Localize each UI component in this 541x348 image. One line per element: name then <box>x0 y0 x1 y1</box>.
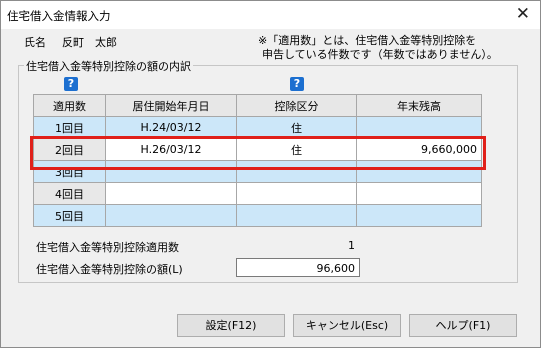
person-name: 反町 太郎 <box>62 36 117 49</box>
title-bar: 住宅借入金情報入力 ✕ <box>1 1 540 29</box>
help-icon-type[interactable]: ? <box>290 77 304 91</box>
help-icon-count[interactable]: ? <box>64 77 78 91</box>
group-legend: 住宅借入金等特別控除の額の内訳 <box>24 58 193 74</box>
close-icon[interactable]: ✕ <box>516 4 530 24</box>
start-date-cell[interactable] <box>105 204 237 227</box>
header-year-end-balance: 年末残高 <box>356 94 482 117</box>
name-label: 氏名 <box>24 36 46 49</box>
start-date-cell[interactable] <box>105 182 237 205</box>
balance-cell[interactable] <box>356 182 482 205</box>
cancel-button[interactable]: キャンセル(Esc) <box>293 314 401 337</box>
deduction-type-cell[interactable] <box>236 182 357 205</box>
header-start-date: 居住開始年月日 <box>105 94 237 117</box>
deduction-count-label: 住宅借入金等特別控除適用数 <box>36 241 179 254</box>
help-button[interactable]: ヘルプ(F1) <box>409 314 517 337</box>
table-row[interactable]: 5回目 <box>33 204 482 227</box>
window-title: 住宅借入金情報入力 <box>7 9 111 23</box>
settings-button[interactable]: 設定(F12) <box>177 314 285 337</box>
balance-cell[interactable] <box>356 204 482 227</box>
note-line-2: 申告している件数です（年数ではありません）。 <box>262 48 498 61</box>
deduction-type-cell[interactable] <box>236 204 357 227</box>
header-deduction-type: 控除区分 <box>236 94 357 117</box>
row-count-cell: 4回目 <box>33 182 106 205</box>
deduction-count-value: 1 <box>348 239 355 252</box>
selected-row-highlight <box>30 136 486 170</box>
table-row[interactable]: 4回目 <box>33 182 482 205</box>
deduction-amount-label: 住宅借入金等特別控除の額(L) <box>36 263 183 276</box>
deduction-amount-field[interactable]: 96,600 <box>236 258 360 277</box>
row-count-cell: 5回目 <box>33 204 106 227</box>
header-count: 適用数 <box>33 94 106 117</box>
